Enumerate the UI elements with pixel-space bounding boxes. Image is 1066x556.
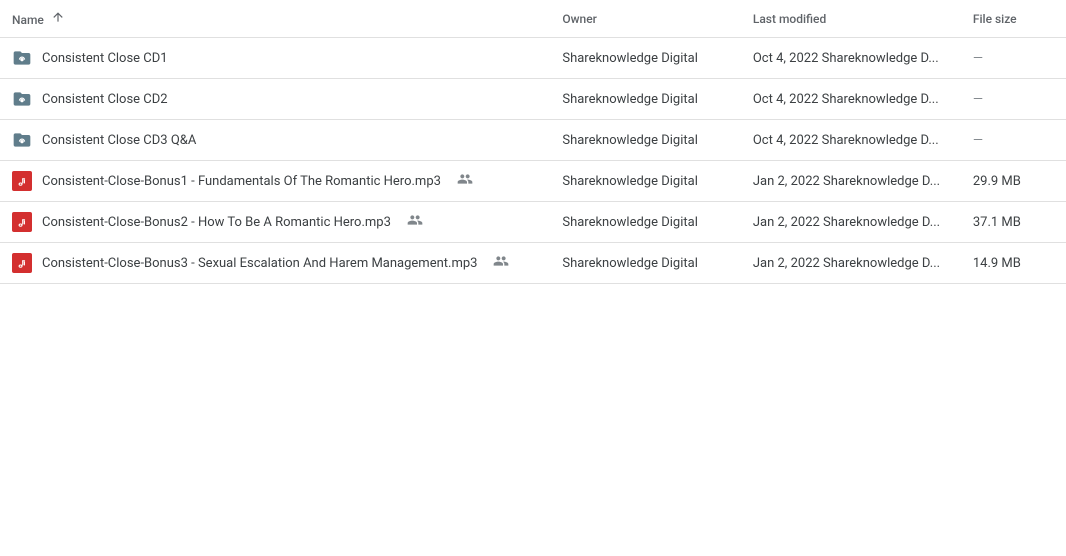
column-header-owner[interactable]: Owner [550,0,741,38]
file-name-cell: Consistent Close CD2 [0,79,550,120]
folder-icon [12,89,32,109]
file-size: — [961,38,1066,79]
column-header-name[interactable]: Name [0,0,550,38]
shared-icon [457,171,473,191]
file-modified: Oct 4, 2022 Shareknowledge D... [741,79,961,120]
file-size: 14.9 MB [961,243,1066,284]
folder-icon [12,48,32,68]
shared-icon [493,253,509,273]
column-header-modified[interactable]: Last modified [741,0,961,38]
folder-icon [12,130,32,150]
file-size: 29.9 MB [961,161,1066,202]
sort-icon [51,10,65,24]
file-size: — [961,120,1066,161]
file-modified: Oct 4, 2022 Shareknowledge D... [741,38,961,79]
size-label: File size [973,12,1017,26]
file-table: Name Owner Last modified File size [0,0,1066,284]
file-name: Consistent Close CD3 Q&A [42,133,196,148]
table-row[interactable]: Consistent-Close-Bonus3 - Sexual Escalat… [0,243,1066,284]
file-name: Consistent-Close-Bonus2 - How To Be A Ro… [42,215,391,230]
file-name: Consistent-Close-Bonus1 - Fundamentals O… [42,174,441,189]
file-modified: Oct 4, 2022 Shareknowledge D... [741,120,961,161]
file-name-cell: Consistent-Close-Bonus3 - Sexual Escalat… [0,243,550,284]
file-name-cell: Consistent Close CD3 Q&A [0,120,550,161]
owner-label: Owner [562,12,597,26]
file-size: — [961,79,1066,120]
table-row[interactable]: Consistent-Close-Bonus2 - How To Be A Ro… [0,202,1066,243]
file-owner: Shareknowledge Digital [550,161,741,202]
file-owner: Shareknowledge Digital [550,202,741,243]
column-header-size[interactable]: File size [961,0,1066,38]
file-name: Consistent Close CD2 [42,92,168,107]
file-name-cell: Consistent Close CD1 [0,38,550,79]
name-label: Name [12,13,44,27]
mp3-icon [12,171,32,191]
table-row[interactable]: Consistent Close CD2 Shareknowledge Digi… [0,79,1066,120]
table-row[interactable]: Consistent Close CD1 Shareknowledge Digi… [0,38,1066,79]
file-owner: Shareknowledge Digital [550,38,741,79]
file-modified: Jan 2, 2022 Shareknowledge D... [741,243,961,284]
file-modified: Jan 2, 2022 Shareknowledge D... [741,161,961,202]
file-modified: Jan 2, 2022 Shareknowledge D... [741,202,961,243]
file-owner: Shareknowledge Digital [550,243,741,284]
file-size: 37.1 MB [961,202,1066,243]
table-row[interactable]: Consistent Close CD3 Q&A Shareknowledge … [0,120,1066,161]
mp3-icon [12,212,32,232]
file-name-cell: Consistent-Close-Bonus2 - How To Be A Ro… [0,202,550,243]
shared-icon [407,212,423,232]
file-name: Consistent-Close-Bonus3 - Sexual Escalat… [42,256,477,271]
modified-label: Last modified [753,12,826,26]
mp3-icon [12,253,32,273]
file-owner: Shareknowledge Digital [550,79,741,120]
table-row[interactable]: Consistent-Close-Bonus1 - Fundamentals O… [0,161,1066,202]
file-name-cell: Consistent-Close-Bonus1 - Fundamentals O… [0,161,550,202]
file-name: Consistent Close CD1 [42,51,168,66]
file-owner: Shareknowledge Digital [550,120,741,161]
